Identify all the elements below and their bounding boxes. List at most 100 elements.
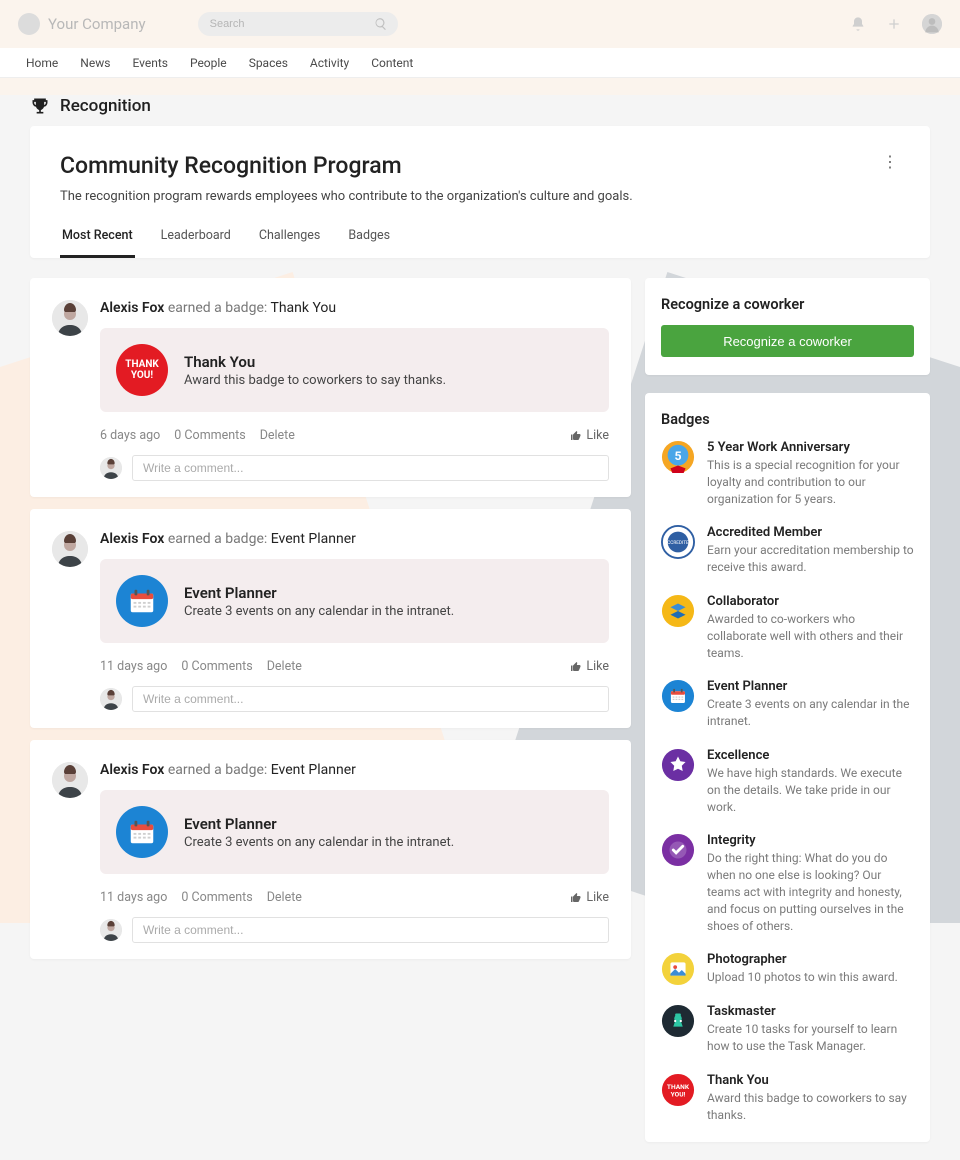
svg-text:ACCREDITED: ACCREDITED: [664, 540, 692, 546]
badge-list-icon: [661, 1004, 695, 1038]
nav-news[interactable]: News: [80, 56, 110, 70]
program-description: The recognition program rewards employee…: [60, 189, 880, 204]
badge-list-item[interactable]: Collaborator Awarded to co-workers who c…: [661, 594, 914, 661]
badge-list-item[interactable]: Photographer Upload 10 photos to win thi…: [661, 952, 914, 986]
badge-title: Event Planner: [184, 815, 454, 833]
badge-list-name: 5 Year Work Anniversary: [707, 440, 914, 455]
badge-list-icon: [661, 679, 695, 713]
badge-list-item[interactable]: THANKYOU! Thank You Award this badge to …: [661, 1073, 914, 1124]
badge-list-item[interactable]: Excellence We have high standards. We ex…: [661, 748, 914, 815]
user-avatar[interactable]: [52, 531, 88, 567]
more-options-icon[interactable]: ⋮: [880, 152, 900, 171]
badge-list-icon: 5: [661, 440, 695, 474]
badge-list-desc: Upload 10 photos to win this award.: [707, 969, 898, 986]
badge-list-icon: [661, 952, 695, 986]
nav-spaces[interactable]: Spaces: [249, 56, 288, 70]
badge-desc: Award this badge to coworkers to say tha…: [184, 373, 446, 388]
badge-list-desc: Do the right thing: What do you do when …: [707, 850, 914, 934]
tab-most-recent[interactable]: Most Recent: [60, 228, 135, 258]
feed-headline: Alexis Fox earned a badge: Thank You: [100, 300, 609, 316]
badge-desc: Create 3 events on any calendar in the i…: [184, 835, 454, 850]
like-button[interactable]: Like: [570, 890, 609, 905]
recognize-button[interactable]: Recognize a coworker: [661, 325, 914, 357]
badge-list-icon: THANKYOU!: [661, 1073, 695, 1107]
feed-item: Alexis Fox earned a badge: Event Planner…: [30, 509, 631, 728]
brand-text: Your Company: [48, 15, 146, 33]
badge-icon: [116, 806, 168, 858]
comment-avatar: [100, 919, 122, 941]
feed-user[interactable]: Alexis Fox: [100, 762, 164, 778]
like-label: Like: [586, 428, 609, 443]
badge-icon: THANKYOU!: [116, 344, 168, 396]
feed-delete[interactable]: Delete: [267, 890, 302, 905]
user-avatar[interactable]: [52, 762, 88, 798]
recognize-title: Recognize a coworker: [661, 296, 914, 313]
badge-box: THANKYOU! Thank You Award this badge to …: [100, 328, 609, 412]
badge-list-name: Taskmaster: [707, 1004, 914, 1019]
feed-item: Alexis Fox earned a badge: Thank You THA…: [30, 278, 631, 497]
comment-avatar: [100, 457, 122, 479]
nav-activity[interactable]: Activity: [310, 56, 349, 70]
badge-list-desc: Award this badge to coworkers to say tha…: [707, 1090, 914, 1124]
comment-input[interactable]: [132, 917, 609, 943]
user-avatar[interactable]: [52, 300, 88, 336]
nav-home[interactable]: Home: [26, 56, 58, 70]
badge-box: Event Planner Create 3 events on any cal…: [100, 790, 609, 874]
badge-list-icon: ACCREDITED: [661, 525, 695, 559]
main-nav: Home News Events People Spaces Activity …: [0, 48, 960, 78]
badge-list-item[interactable]: Event Planner Create 3 events on any cal…: [661, 679, 914, 730]
badge-list-item[interactable]: Integrity Do the right thing: What do yo…: [661, 833, 914, 934]
feed-headline: Alexis Fox earned a badge: Event Planner: [100, 762, 609, 778]
tab-leaderboard[interactable]: Leaderboard: [159, 228, 233, 258]
bell-icon[interactable]: [850, 16, 866, 32]
thumbs-up-icon: [570, 661, 582, 673]
plus-icon[interactable]: [886, 16, 902, 32]
feed-headline: Alexis Fox earned a badge: Event Planner: [100, 531, 609, 547]
feed-delete[interactable]: Delete: [260, 428, 295, 443]
user-avatar-icon[interactable]: [922, 14, 942, 34]
badge-list-item[interactable]: ACCREDITED Accredited Member Earn your a…: [661, 525, 914, 576]
badges-card: Badges 5 5 Year Work Anniversary This is…: [645, 393, 930, 1142]
badge-list-icon: [661, 748, 695, 782]
feed-comments[interactable]: 0 Comments: [181, 890, 252, 905]
search-wrap: [198, 12, 398, 36]
comment-input[interactable]: [132, 455, 609, 481]
search-input[interactable]: [198, 12, 398, 36]
like-label: Like: [586, 890, 609, 905]
feed-time: 6 days ago: [100, 428, 160, 443]
comment-input[interactable]: [132, 686, 609, 712]
like-button[interactable]: Like: [570, 428, 609, 443]
badge-list-item[interactable]: 5 5 Year Work Anniversary This is a spec…: [661, 440, 914, 507]
svg-text:YOU!: YOU!: [671, 1091, 686, 1099]
nav-events[interactable]: Events: [132, 56, 168, 70]
badge-list-icon: [661, 594, 695, 628]
badge-desc: Create 3 events on any calendar in the i…: [184, 604, 454, 619]
badge-list-desc: Awarded to co-workers who collaborate we…: [707, 611, 914, 661]
page-title: Recognition: [60, 96, 151, 116]
badge-list-item[interactable]: Taskmaster Create 10 tasks for yourself …: [661, 1004, 914, 1055]
trophy-icon: [30, 96, 50, 116]
feed-user[interactable]: Alexis Fox: [100, 300, 164, 316]
tab-challenges[interactable]: Challenges: [257, 228, 323, 258]
nav-people[interactable]: People: [190, 56, 227, 70]
feed-user[interactable]: Alexis Fox: [100, 531, 164, 547]
badge-list-desc: This is a special recognition for your l…: [707, 457, 914, 507]
feed-comments[interactable]: 0 Comments: [181, 659, 252, 674]
nav-content[interactable]: Content: [371, 56, 413, 70]
badges-title: Badges: [661, 411, 914, 428]
badge-list-icon: [661, 833, 695, 867]
tab-badges[interactable]: Badges: [346, 228, 392, 258]
like-button[interactable]: Like: [570, 659, 609, 674]
feed-delete[interactable]: Delete: [267, 659, 302, 674]
badge-list-name: Accredited Member: [707, 525, 914, 540]
badge-title: Thank You: [184, 353, 446, 371]
badge-list-name: Event Planner: [707, 679, 914, 694]
svg-text:5: 5: [674, 449, 681, 463]
program-title: Community Recognition Program: [60, 152, 880, 179]
topbar: Your Company: [0, 0, 960, 48]
feed-time: 11 days ago: [100, 659, 167, 674]
feed-comments[interactable]: 0 Comments: [174, 428, 245, 443]
badge-list-desc: We have high standards. We execute on th…: [707, 765, 914, 815]
comment-avatar: [100, 688, 122, 710]
badge-list-name: Excellence: [707, 748, 914, 763]
